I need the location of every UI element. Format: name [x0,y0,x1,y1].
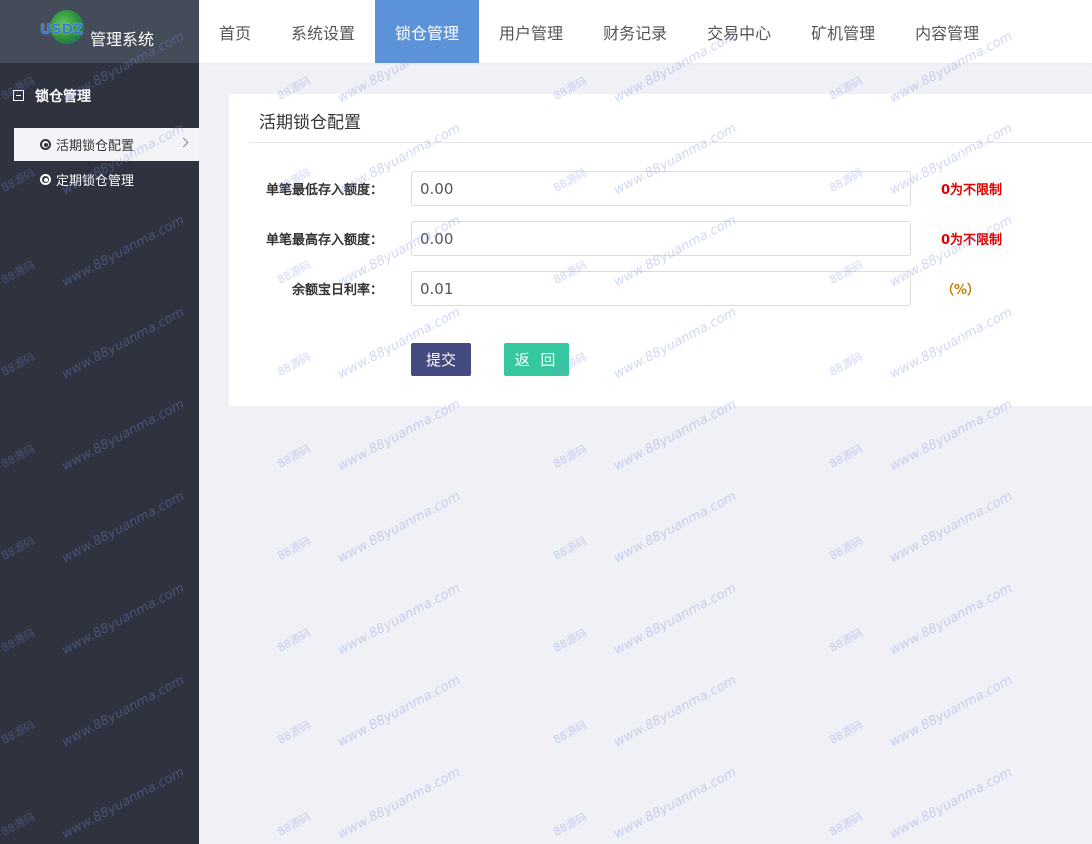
watermark-url-text: www.88yuanma.com [611,396,739,475]
min-deposit-hint: 0为不限制 [941,183,1003,198]
collapse-minus-icon[interactable] [13,90,24,101]
sidebar-item-current-lock-config[interactable]: 活期锁仓配置 [14,128,199,161]
form-row-max-deposit: 单笔最高存入额度： 0为不限制 [229,221,1092,256]
radio-dot-icon [40,174,51,185]
sidebar: USDZ 管理系统 锁仓管理 活期锁仓配置 定期锁仓管理 [0,0,199,844]
nav-system-settings[interactable]: 系统设置 [271,0,375,63]
form-row-daily-rate: 余额宝日利率： （%） [229,271,1092,306]
nav-user-management[interactable]: 用户管理 [479,0,583,63]
nav-content-management[interactable]: 内容管理 [895,0,999,63]
watermark-cn-text: 88源码 [827,810,866,839]
sidebar-item-fixed-lock-manage[interactable]: 定期锁仓管理 [14,163,199,196]
watermark-cn-text: 88源码 [275,718,314,747]
sidebar-group-lock[interactable]: 锁仓管理 [0,63,199,128]
watermark-cn-text: 88源码 [275,626,314,655]
watermark-url-text: www.88yuanma.com [335,396,463,475]
watermark-cn-text: 88源码 [827,442,866,471]
watermark-url-text: www.88yuanma.com [887,396,1015,475]
watermark-url-text: www.88yuanma.com [335,488,463,567]
sidebar-item-label: 定期锁仓管理 [56,174,135,189]
watermark-url-text: www.88yuanma.com [611,580,739,659]
nav-trade-center[interactable]: 交易中心 [687,0,791,63]
watermark-cn-text: 88源码 [827,718,866,747]
config-card: 活期锁仓配置 单笔最低存入额度： 0为不限制 单笔最高存入额度： 0为不限制 余… [229,94,1092,406]
watermark-url-text: www.88yuanma.com [335,764,463,843]
max-deposit-label: 单笔最高存入额度： [265,233,383,248]
system-name: 管理系统 [90,29,155,49]
watermark-url-text: www.88yuanma.com [611,764,739,843]
back-button[interactable]: 返 回 [504,343,569,376]
divider [249,142,1092,143]
daily-rate-hint: （%） [941,283,981,298]
watermark-url-text: www.88yuanma.com [887,580,1015,659]
sidebar-item-label: 活期锁仓配置 [56,139,135,154]
watermark-cn-text: 88源码 [551,810,590,839]
watermark-cn-text: 88源码 [275,442,314,471]
form-row-min-deposit: 单笔最低存入额度： 0为不限制 [229,171,1092,206]
watermark-cn-text: 88源码 [551,718,590,747]
logo-area: USDZ 管理系统 [0,0,199,63]
min-deposit-label: 单笔最低存入额度： [265,183,383,198]
watermark-cn-text: 88源码 [275,810,314,839]
max-deposit-hint: 0为不限制 [941,233,1003,248]
daily-rate-label: 余额宝日利率： [291,283,383,298]
watermark-cn-text: 88源码 [275,534,314,563]
min-deposit-input[interactable] [411,171,911,206]
watermark-cn-text: 88源码 [827,534,866,563]
chevron-right-icon [178,137,189,148]
watermark-url-text: www.88yuanma.com [335,580,463,659]
logo-usdz-text: USDZ [40,21,84,38]
max-deposit-input[interactable] [411,221,911,256]
nav-home[interactable]: 首页 [199,0,271,63]
watermark-cn-text: 88源码 [551,442,590,471]
watermark-url-text: www.88yuanma.com [611,488,739,567]
watermark-url-text: www.88yuanma.com [887,764,1015,843]
watermark-cn-text: 88源码 [551,534,590,563]
nav-miner-management[interactable]: 矿机管理 [791,0,895,63]
submit-button[interactable]: 提交 [411,343,471,376]
radio-dot-icon [40,139,51,150]
top-nav: 首页 系统设置 锁仓管理 用户管理 财务记录 交易中心 矿机管理 内容管理 [199,0,1092,63]
watermark-cn-text: 88源码 [551,626,590,655]
sidebar-group-label: 锁仓管理 [35,88,91,105]
watermark-url-text: www.88yuanma.com [335,672,463,751]
watermark-url-text: www.88yuanma.com [887,488,1015,567]
watermark-cn-text: 88源码 [827,626,866,655]
nav-finance-records[interactable]: 财务记录 [583,0,687,63]
nav-lock-management[interactable]: 锁仓管理 [375,0,480,63]
watermark-url-text: www.88yuanma.com [887,672,1015,751]
globe-logo-icon: USDZ [40,8,88,52]
daily-rate-input[interactable] [411,271,911,306]
watermark-url-text: www.88yuanma.com [611,672,739,751]
card-title: 活期锁仓配置 [259,113,361,133]
